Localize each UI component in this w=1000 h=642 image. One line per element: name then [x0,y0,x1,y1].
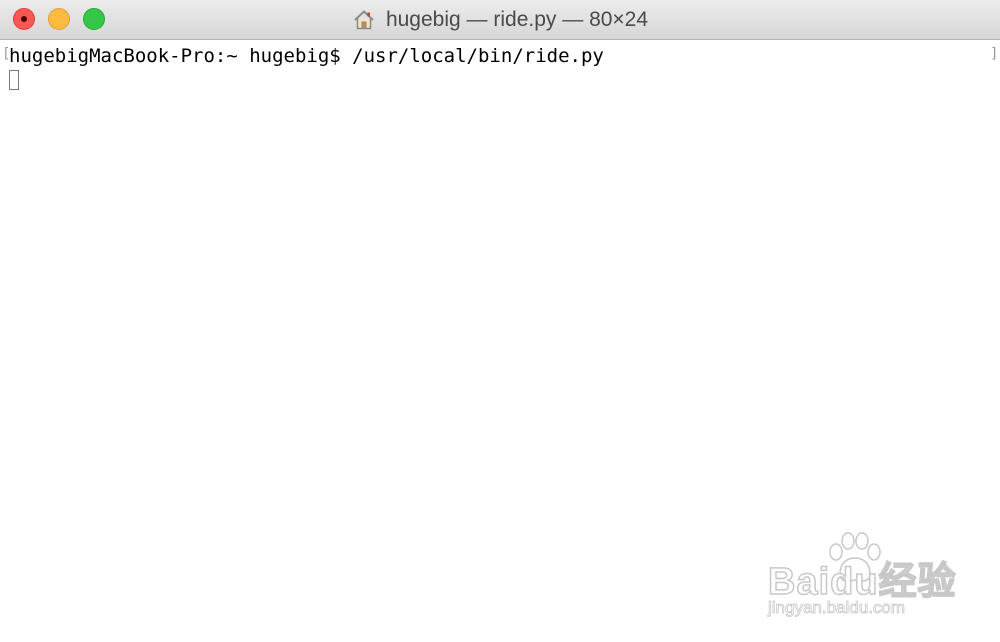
title-bar[interactable]: hugebig — ride.py — 80×24 [0,0,1000,40]
terminal-cursor [9,70,19,90]
window-title: hugebig — ride.py — 80×24 [385,8,649,31]
mark-bracket-right: ] [990,46,999,62]
watermark-brand: Baidu经验 [767,560,957,604]
house-icon [354,10,374,30]
terminal-line: hugebigMacBook-Pro:~ hugebig$ /usr/local… [9,45,604,67]
watermark-url: jingyan.baidu.com [768,598,906,618]
terminal-window: hugebig — ride.py — 80×24 [ ] hugebigMac… [0,0,1000,642]
baidu-watermark: Baidu经验 jingyan.baidu.com [764,532,957,622]
window-title-area: hugebig — ride.py — 80×24 [0,0,1000,40]
